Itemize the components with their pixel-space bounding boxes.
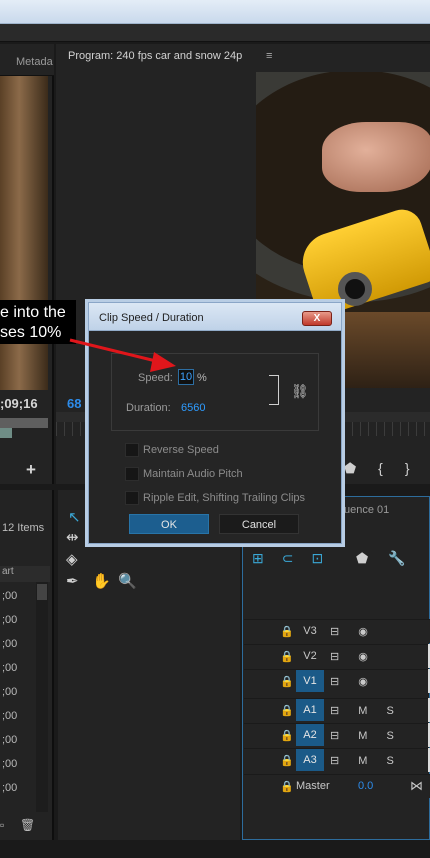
ok-button[interactable]: OK bbox=[129, 514, 209, 534]
timeline-toolbar[interactable]: ⊞⊂⊡ bbox=[252, 550, 341, 567]
marker-icon[interactable]: ⬟ bbox=[356, 550, 388, 566]
dialog-title: Clip Speed / Duration bbox=[99, 312, 204, 324]
project-scrollbar[interactable] bbox=[36, 582, 48, 812]
duration-input[interactable]: 6560 bbox=[181, 402, 205, 414]
speed-input[interactable]: 10 bbox=[178, 369, 194, 385]
list-item[interactable]: ;00 bbox=[0, 680, 34, 704]
ripple-edit-option[interactable]: Ripple Edit, Shifting Trailing Clips bbox=[125, 491, 325, 507]
project-item-count: 12 Items bbox=[2, 522, 45, 534]
link-bracket bbox=[269, 375, 279, 405]
list-item[interactable]: ;00 bbox=[0, 656, 34, 680]
mark-out-icon[interactable]: } bbox=[405, 460, 430, 476]
project-bottom-bar: ▫ 🗑 bbox=[0, 814, 54, 836]
lock-icon[interactable]: 🔒 bbox=[280, 625, 294, 638]
pen-tool-icon[interactable]: ✒ bbox=[66, 572, 79, 590]
add-button-icon[interactable]: + bbox=[26, 460, 36, 480]
track-controls[interactable]: ⊟ ◉ bbox=[330, 625, 376, 638]
master-label: Master bbox=[296, 780, 330, 792]
cancel-button[interactable]: Cancel bbox=[219, 514, 299, 534]
dialog-title-bar[interactable]: Clip Speed / Duration X bbox=[89, 303, 341, 331]
source-timecode[interactable]: ;09;16 bbox=[0, 396, 38, 411]
callout-line-2: ses 10% bbox=[0, 324, 62, 341]
list-item[interactable]: ;00 bbox=[0, 584, 34, 608]
zoom-tool-icon[interactable]: 🔍 bbox=[118, 572, 137, 590]
track-controls[interactable]: ⊟ ◉ bbox=[330, 650, 376, 663]
car-wheel-shape bbox=[338, 272, 372, 306]
lock-icon[interactable]: 🔒 bbox=[280, 780, 294, 793]
mark-in-icon[interactable]: { bbox=[378, 460, 405, 476]
program-timecode[interactable]: 68 bbox=[67, 396, 81, 411]
speed-unit: % bbox=[197, 372, 207, 384]
program-monitor-title[interactable]: Program: 240 fps car and snow 24p bbox=[68, 50, 242, 62]
track-target-a1[interactable]: A1 bbox=[296, 699, 324, 721]
track-select-tool-icon[interactable]: ⇹ bbox=[66, 528, 79, 546]
speed-duration-group bbox=[111, 353, 319, 431]
source-in-marker bbox=[0, 428, 12, 438]
ripple-edit-label: Ripple Edit, Shifting Trailing Clips bbox=[143, 492, 306, 504]
reverse-speed-option[interactable]: Reverse Speed bbox=[125, 443, 325, 459]
project-column-header[interactable]: art bbox=[0, 566, 50, 582]
track-target-v1[interactable]: V1 bbox=[296, 670, 324, 692]
track-controls[interactable]: ⊟ ◉ bbox=[330, 675, 376, 688]
duration-label: Duration: bbox=[126, 402, 171, 414]
close-button[interactable]: X bbox=[302, 311, 332, 326]
panel-menu-icon[interactable]: ≡ bbox=[266, 50, 272, 62]
tab-sequence[interactable]: uence 01 bbox=[344, 504, 389, 516]
transport-controls[interactable]: ⬟{} bbox=[344, 460, 430, 477]
linked-selection-icon[interactable]: ⊂ bbox=[282, 550, 312, 566]
tutorial-callout: e into the ses 10% bbox=[0, 300, 76, 344]
source-playhead-bar[interactable] bbox=[0, 418, 48, 428]
reverse-speed-checkbox[interactable] bbox=[125, 443, 139, 457]
maintain-audio-pitch-label: Maintain Audio Pitch bbox=[143, 468, 243, 480]
track-controls[interactable]: ⊟ M S bbox=[330, 704, 402, 717]
source-tab-bar: Metada bbox=[0, 44, 54, 76]
timeline-toolbar-right[interactable]: ⬟🔧 bbox=[356, 550, 426, 567]
track-controls[interactable]: ⊟ M S bbox=[330, 729, 402, 742]
list-item[interactable]: ;00 bbox=[0, 704, 34, 728]
master-volume-value[interactable]: 0.0 bbox=[358, 780, 373, 792]
track-target-a2[interactable]: A2 bbox=[296, 724, 324, 746]
track-controls[interactable]: ⊟ M S bbox=[330, 754, 402, 767]
wrench-icon[interactable]: 🔧 bbox=[388, 550, 425, 566]
list-item[interactable]: ;00 bbox=[0, 776, 34, 800]
list-item[interactable]: ;00 bbox=[0, 632, 34, 656]
lock-icon[interactable]: 🔒 bbox=[280, 675, 294, 688]
trash-icon[interactable]: 🗑 bbox=[20, 818, 35, 832]
reverse-speed-label: Reverse Speed bbox=[143, 444, 219, 456]
clip-speed-dialog: Clip Speed / Duration X Speed: 10 % Dura… bbox=[88, 302, 342, 544]
selection-tool-icon[interactable]: ↖ bbox=[68, 508, 81, 526]
hand-shape bbox=[322, 122, 430, 192]
tab-metadata[interactable]: Metada bbox=[16, 56, 53, 68]
add-marker-icon[interactable]: ⊡ bbox=[311, 550, 341, 566]
hand-tool-icon[interactable]: ✋ bbox=[92, 572, 111, 590]
razor-tool-icon[interactable]: ◈ bbox=[66, 550, 78, 568]
ripple-edit-checkbox[interactable] bbox=[125, 491, 139, 505]
maintain-audio-pitch-option[interactable]: Maintain Audio Pitch bbox=[125, 467, 325, 483]
master-track-row[interactable] bbox=[244, 774, 430, 798]
os-title-strip bbox=[0, 0, 430, 24]
maintain-audio-pitch-checkbox[interactable] bbox=[125, 467, 139, 481]
list-item[interactable]: ;00 bbox=[0, 752, 34, 776]
track-target-v3[interactable]: V3 bbox=[296, 620, 324, 642]
project-scrollbar-thumb[interactable] bbox=[37, 584, 47, 600]
track-target-a3[interactable]: A3 bbox=[296, 749, 324, 771]
list-item[interactable]: ;00 bbox=[0, 608, 34, 632]
marker-icon[interactable]: ⬟ bbox=[344, 460, 378, 476]
track-target-v2[interactable]: V2 bbox=[296, 645, 324, 667]
chain-link-icon[interactable]: ⛓ bbox=[291, 383, 309, 400]
snap-icon[interactable]: ⊞ bbox=[252, 550, 282, 566]
new-item-icon[interactable]: ▫ bbox=[0, 818, 4, 832]
lock-icon[interactable]: 🔒 bbox=[280, 754, 294, 767]
list-item[interactable]: ;00 bbox=[0, 728, 34, 752]
callout-line-1: e into the bbox=[0, 304, 66, 321]
master-end-icon[interactable]: ⋈ bbox=[410, 778, 423, 794]
speed-label: Speed: bbox=[138, 372, 173, 384]
lock-icon[interactable]: 🔒 bbox=[280, 650, 294, 663]
lock-icon[interactable]: 🔒 bbox=[280, 729, 294, 742]
app-header-strip bbox=[0, 24, 430, 42]
lock-icon[interactable]: 🔒 bbox=[280, 704, 294, 717]
